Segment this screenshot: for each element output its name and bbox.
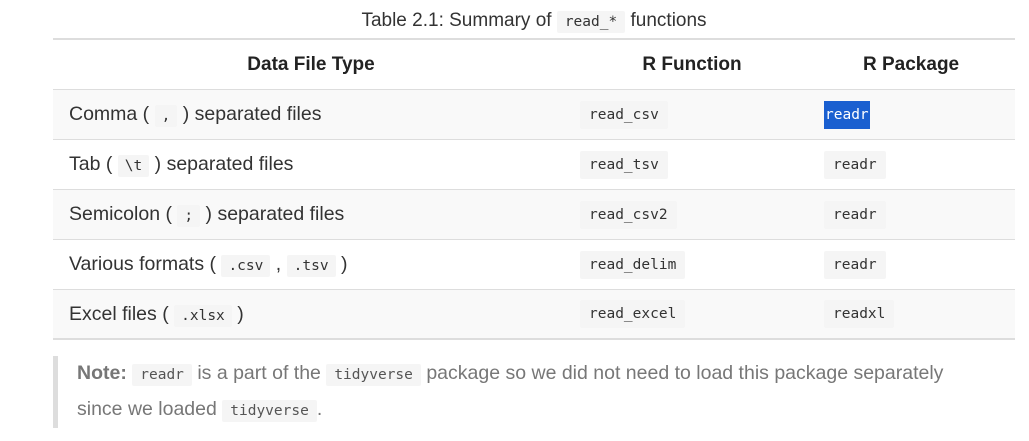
function-code: read_csv2 — [580, 200, 677, 229]
package-code: readxl — [824, 300, 895, 328]
note-label: Note: — [77, 362, 127, 384]
note-code: tidyverse — [222, 400, 317, 422]
note-text: . — [316, 398, 323, 420]
function-code: read_excel — [580, 300, 686, 328]
caption-prefix: Table 2.1: Summary of — [361, 10, 552, 31]
header-r-function: R Function — [642, 53, 742, 75]
cell-package: readxl — [815, 300, 1015, 328]
function-code: read_tsv — [580, 150, 668, 179]
cell-file-type: Comma ( , ) separated files — [53, 103, 569, 127]
cell-file-type: Tab ( \t ) separated files — [53, 153, 569, 177]
caption-code: read_* — [556, 11, 626, 33]
caption-suffix: functions — [630, 10, 707, 31]
cell-function: read_tsv — [569, 150, 815, 179]
table-caption: Table 2.1: Summary of read_* functions — [0, 8, 1029, 35]
note-callout: Note: readr is a part of the tidyverse p… — [53, 356, 977, 428]
cell-package: readr — [815, 100, 1015, 129]
note-code: readr — [132, 364, 192, 386]
note-code: tidyverse — [326, 364, 421, 386]
cell-function: read_csv2 — [569, 200, 815, 229]
function-code: read_csv — [580, 100, 668, 129]
file-type-text: ) separated files — [154, 153, 294, 175]
header-data-file-type: Data File Type — [247, 53, 375, 75]
note-text: is a part of the — [197, 362, 321, 384]
cell-function: read_csv — [569, 100, 815, 129]
file-type-text: Tab ( — [69, 153, 113, 175]
table-row: Excel files ( .xlsx ) read_excel readxl — [53, 290, 1015, 340]
table-row: Comma ( , ) separated files read_csv rea… — [53, 90, 1015, 140]
file-type-text: Comma ( — [69, 103, 150, 125]
package-code-selected[interactable]: readr — [824, 100, 870, 129]
file-type-text: ) — [237, 302, 244, 325]
file-type-text: Various formats ( — [69, 253, 217, 275]
file-type-text: ) separated files — [205, 203, 345, 225]
table-header-row: Data File Type R Function R Package — [53, 40, 1015, 90]
file-type-code: .csv — [221, 255, 271, 277]
function-code: read_delim — [580, 250, 686, 279]
file-type-text: Excel files ( — [69, 302, 169, 325]
package-code: readr — [824, 250, 886, 279]
cell-package: readr — [815, 200, 1015, 229]
cell-file-type: Semicolon ( ; ) separated files — [53, 203, 569, 227]
cell-function: read_excel — [569, 300, 815, 328]
summary-table: Data File Type R Function R Package Comm… — [53, 38, 1015, 340]
package-code: readr — [824, 200, 886, 229]
cell-function: read_delim — [569, 250, 815, 279]
table-row: Semicolon ( ; ) separated files read_csv… — [53, 190, 1015, 240]
file-type-text: ) — [340, 253, 348, 275]
cell-package: readr — [815, 250, 1015, 279]
table-row: Various formats ( .csv , .tsv ) read_del… — [53, 240, 1015, 290]
file-type-code: , — [154, 105, 178, 127]
file-type-text: ) separated files — [182, 103, 322, 125]
file-type-text: Semicolon ( — [69, 203, 172, 225]
file-type-code: \t — [117, 155, 150, 177]
file-type-text: , — [275, 253, 282, 275]
file-type-code: ; — [177, 205, 201, 227]
package-code: readr — [824, 150, 886, 179]
cell-file-type: Various formats ( .csv , .tsv ) — [53, 253, 569, 277]
file-type-code: .xlsx — [174, 304, 232, 327]
cell-file-type: Excel files ( .xlsx ) — [53, 302, 569, 327]
file-type-code: .tsv — [286, 255, 336, 277]
cell-package: readr — [815, 150, 1015, 179]
table-row: Tab ( \t ) separated files read_tsv read… — [53, 140, 1015, 190]
header-r-package: R Package — [863, 53, 960, 75]
